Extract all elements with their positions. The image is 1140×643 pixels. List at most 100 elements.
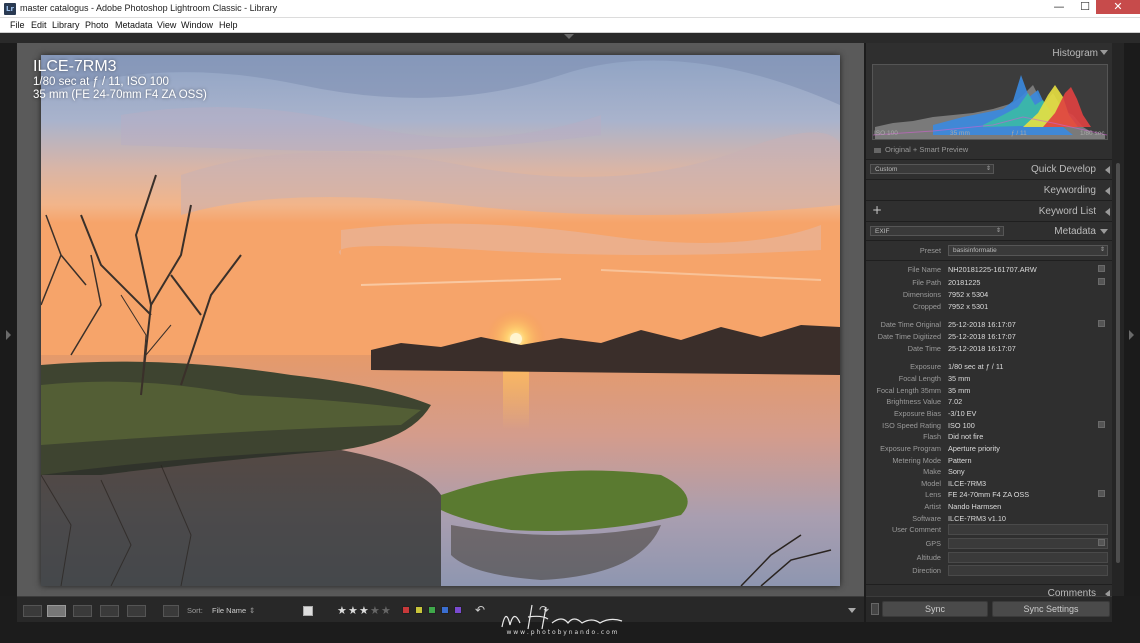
rating-star-4[interactable]: ★ [370,604,380,617]
metadata-action-icon[interactable] [1098,421,1105,428]
menu-metadata[interactable]: Metadata [115,20,153,30]
toolbar-menu-icon[interactable] [848,608,856,613]
metadata-value: ILCE-7RM3 [948,479,987,488]
metadata-key: Exposure Bias [893,409,941,418]
metadata-action-icon[interactable] [1098,539,1105,546]
metadata-row: Dimensions 7952 x 5304 [866,289,1112,300]
histogram-header[interactable]: Histogram [1052,48,1098,59]
people-view-icon[interactable] [127,605,146,617]
rotate-left-icon[interactable]: ↶ [475,603,485,617]
menu-edit[interactable]: Edit [31,20,47,30]
menu-file[interactable]: File [10,20,25,30]
keywording-header[interactable]: Keywording [1044,185,1096,196]
menu-window[interactable]: Window [181,20,213,30]
metadata-key: Cropped [913,302,941,311]
sort-arrow-icon[interactable]: ⇕ [249,606,255,615]
metadata-row: Date Time 25-12-2018 16:17:07 [866,343,1112,354]
metadata-key: Lens [925,490,941,499]
metadata-value: 1/80 sec at ƒ / 11 [948,362,1004,371]
minimize-button[interactable]: — [1046,0,1072,14]
compare-view-icon[interactable] [73,605,92,617]
add-keyword-icon[interactable]: + [872,203,882,217]
metadata-row: Lens FE 24-70mm F4 ZA OSS [866,489,1112,500]
metadata-row: Focal Length 35mm 35 mm [866,385,1112,396]
rating-star-5[interactable]: ★ [381,604,391,617]
metadata-edit-field[interactable] [948,538,1108,549]
sort-direction-icon[interactable] [163,605,179,617]
sync-settings-button[interactable]: Sync Settings [992,601,1110,617]
color-label-yellow[interactable] [415,606,423,614]
color-label-red[interactable] [402,606,410,614]
menu-view[interactable]: View [157,20,176,30]
library-toolbar: Sort: File Name ⇕ ★ ★ ★ ★ ★ ↶ ↷ [17,596,864,622]
metadata-key: ISO Speed Rating [882,421,941,430]
flag-icon[interactable] [303,606,313,616]
metadata-edit-field[interactable] [948,565,1108,576]
metadata-row: Metering Mode Pattern [866,455,1112,466]
photo-preview[interactable] [41,55,840,586]
metadata-action-icon[interactable] [1098,490,1105,497]
metadata-action-icon[interactable] [1098,278,1105,285]
sort-select[interactable]: File Name [212,606,246,615]
menu-library[interactable]: Library [52,20,80,30]
menu-help[interactable]: Help [219,20,238,30]
left-panel-toggle-strip[interactable] [0,43,16,596]
metadata-row: File Name NH20181225-161707.ARW [866,264,1112,275]
keyword-list-expand-icon[interactable] [1105,208,1110,216]
metadata-collapse-icon[interactable] [1100,229,1108,234]
metadata-value[interactable]: ILCE-7RM3 v1.10 [948,514,1006,523]
loupe-view-icon[interactable] [47,605,66,617]
metadata-row: User Comment [866,524,1112,535]
metadata-key: Metering Mode [892,456,941,465]
keyword-list-header[interactable]: Keyword List [1039,206,1096,217]
quick-develop-header[interactable]: Quick Develop [1031,164,1096,175]
rating-star-3[interactable]: ★ [359,604,369,617]
metadata-mode-select[interactable]: EXIF ⇕ [870,226,1004,236]
metadata-key: Date Time Original [880,320,941,329]
maximize-button[interactable]: ☐ [1072,0,1098,14]
metadata-key: Focal Length [898,374,941,383]
auto-sync-toggle[interactable] [871,603,879,615]
metadata-edit-field[interactable] [948,552,1108,563]
metadata-value: Aperture priority [948,444,1000,453]
metadata-row: Exposure Program Aperture priority [866,443,1112,454]
histogram-collapse-icon[interactable] [1100,50,1108,55]
color-label-blue[interactable] [441,606,449,614]
survey-view-icon[interactable] [100,605,119,617]
collapse-top-panel-icon[interactable] [564,34,574,39]
quick-develop-expand-icon[interactable] [1105,166,1110,174]
select-arrow-icon: ⇕ [1099,247,1105,253]
metadata-row: Model ILCE-7RM3 [866,478,1112,489]
right-panel-scrollbar[interactable] [1112,43,1124,596]
metadata-value: FE 24-70mm F4 ZA OSS [948,490,1030,499]
metadata-action-icon[interactable] [1098,320,1105,327]
metadata-preset-select[interactable]: basisinformatie ⇕ [948,245,1108,256]
metadata-value: NH20181225-161707.ARW [948,265,1037,274]
scrollbar-thumb[interactable] [1116,163,1120,563]
top-panel-toggle-strip[interactable] [0,33,1140,43]
right-panel-toggle-strip[interactable] [1124,43,1140,596]
metadata-edit-field[interactable] [948,524,1108,535]
photographer-watermark: w w w . p h o t o b y n a n d o . c o m [492,597,632,639]
metadata-key: Make [923,467,941,476]
rating-star-1[interactable]: ★ [337,604,347,617]
smart-preview-icon [874,147,881,153]
metadata-key: Date Time [907,344,941,353]
metadata-row: Focal Length 35 mm [866,373,1112,384]
grid-view-icon[interactable] [23,605,42,617]
keywording-expand-icon[interactable] [1105,187,1110,195]
metadata-key: File Name [907,265,941,274]
close-button[interactable]: ✕ [1096,0,1140,14]
smart-preview-label: Original + Smart Preview [885,145,969,154]
expand-left-panel-icon[interactable] [6,330,11,340]
metadata-action-icon[interactable] [1098,265,1105,272]
color-label-green[interactable] [428,606,436,614]
menu-photo[interactable]: Photo [85,20,109,30]
sync-button[interactable]: Sync [882,601,988,617]
rating-star-2[interactable]: ★ [348,604,358,617]
overlay-lens: 35 mm (FE 24-70mm F4 ZA OSS) [33,89,207,101]
color-label-purple[interactable] [454,606,462,614]
metadata-header[interactable]: Metadata [1054,226,1096,237]
collapse-right-panel-icon[interactable] [1129,330,1134,340]
quick-develop-preset-select[interactable]: Custom ⇕ [870,164,994,174]
